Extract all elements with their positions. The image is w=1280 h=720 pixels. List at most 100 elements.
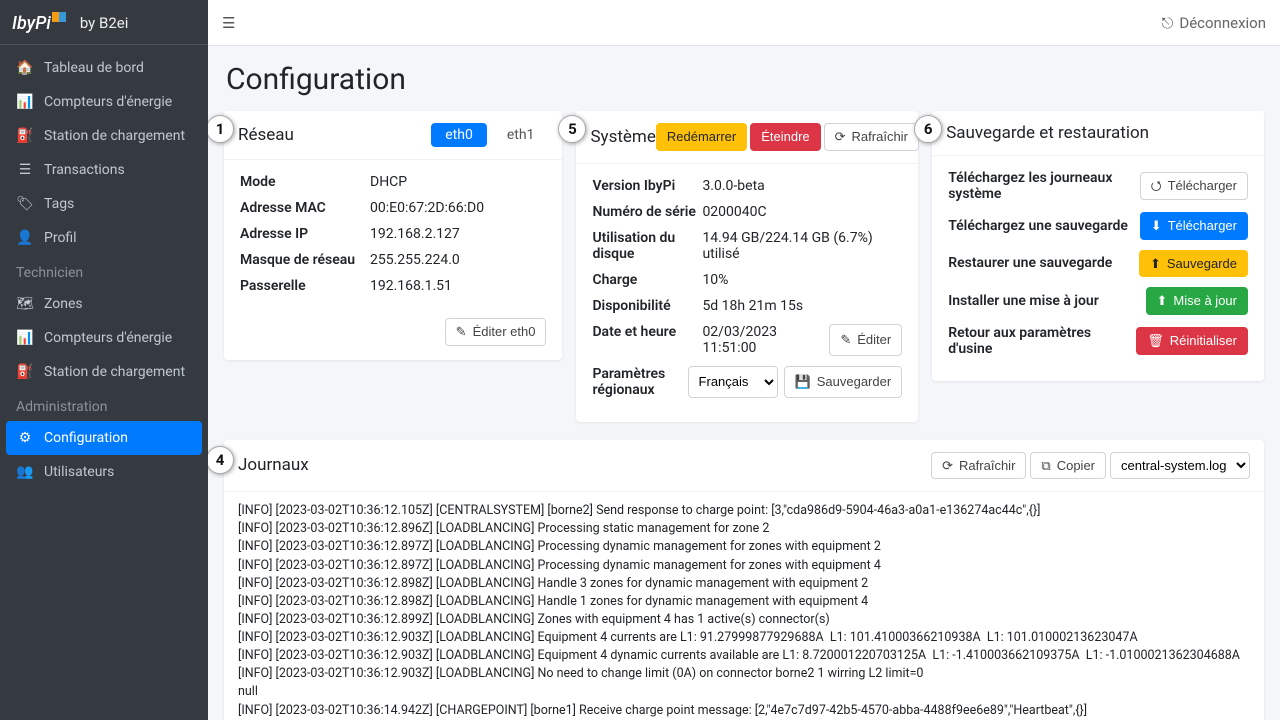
backup-card: 6 Sauvegarde et restauration Téléchargez…: [932, 111, 1264, 381]
sidebar-energy-meters[interactable]: 📊Compteurs d'énergie: [6, 85, 202, 119]
refresh-icon: ⟳: [942, 458, 953, 474]
net-mask-label: Masque de réseau: [240, 252, 370, 268]
net-gw-value: 192.168.1.51: [370, 278, 546, 294]
nav-label: Utilisateurs: [44, 464, 114, 480]
nav-header-tech: Technicien: [6, 255, 202, 287]
sidebar-tags[interactable]: 🏷 Tags: [6, 187, 202, 221]
action-icon: ⭯: [1151, 178, 1162, 194]
nav-icon: 🏷: [16, 196, 34, 212]
system-refresh-button[interactable]: ⟳ Rafraîchir: [824, 123, 919, 151]
sidebar-zones[interactable]: 🗺Zones: [6, 287, 202, 321]
btn-label: Télécharger: [1168, 178, 1237, 194]
save-locale-button[interactable]: 💾Sauvegarder: [784, 366, 903, 398]
restart-label: Redémarrer: [667, 129, 736, 145]
nav-label: Compteurs d'énergie: [44, 94, 172, 110]
sidebar-transactions[interactable]: ☰ Transactions: [6, 153, 202, 187]
sys-uptime-value: 5d 18h 21m 15s: [702, 298, 902, 314]
log-file-select[interactable]: central-system.log: [1110, 452, 1250, 479]
net-mode-value: DHCP: [370, 174, 546, 190]
nav-icon: ⚙: [16, 430, 34, 446]
logs-copy-label: Copier: [1057, 458, 1095, 474]
edit-eth0-label: Éditer eth0: [473, 324, 536, 340]
backup-row-label: Téléchargez une sauvegarde: [948, 218, 1128, 234]
btn-label: Télécharger: [1168, 218, 1237, 234]
topbar: ☰ ⎋ Déconnexion: [208, 0, 1280, 46]
locale-select[interactable]: FrançaisEnglish: [688, 366, 778, 398]
nav-label: Transactions: [44, 162, 125, 178]
nav-label: Compteurs d'énergie: [44, 330, 172, 346]
logs-copy-button[interactable]: ⧉ Copier: [1030, 452, 1106, 480]
nav-icon: 🗺: [16, 296, 34, 312]
backup-row-label: Retour aux paramètres d'usine: [948, 325, 1136, 357]
logout-label: Déconnexion: [1179, 14, 1266, 32]
nav-label: Configuration: [44, 430, 128, 446]
nav-label: Station de chargement: [44, 364, 185, 380]
sys-version-label: Version IbyPi: [592, 178, 702, 194]
sidebar-users[interactable]: 👥Utilisateurs: [6, 455, 202, 489]
sys-locale-label: Paramètres régionaux: [592, 366, 687, 398]
restore-backup-button[interactable]: ⬆Sauvegarde: [1139, 250, 1248, 278]
system-card: 5 Système Redémarrer Éteindre ⟳Rafraîchi…: [576, 111, 918, 422]
logout-button[interactable]: ⎋ Déconnexion: [1161, 14, 1266, 32]
brand: IbyPi by B2ei: [0, 0, 208, 45]
download-logs-button[interactable]: ⭯ Télécharger: [1140, 172, 1248, 200]
edit-eth0-button[interactable]: ✎ Éditer eth0: [445, 318, 547, 346]
factory-reset-button[interactable]: 🗑Réinitialiser: [1136, 327, 1248, 355]
net-mask-value: 255.255.224.0: [370, 252, 546, 268]
sidebar-configuration[interactable]: ⚙ Configuration: [6, 421, 202, 455]
copy-icon: ⧉: [1041, 458, 1050, 474]
sys-datetime-label: Date et heure: [592, 324, 702, 356]
sys-datetime-value: 02/03/2023 11:51:00: [702, 324, 829, 356]
net-mac-value: 00:E0:67:2D:66:D0: [370, 200, 546, 216]
download-backup-button[interactable]: ⬇ Télécharger: [1140, 212, 1248, 240]
edit-icon: ✎: [840, 332, 851, 348]
sidebar-dashboard[interactable]: 🏠 Tableau de bord: [6, 51, 202, 85]
sys-version-value: 3.0.0-beta: [702, 178, 902, 194]
nav-icon: 🏠: [16, 60, 34, 76]
logs-body: [INFO] [2023-03-02T10:36:12.105Z] [CENTR…: [224, 492, 1264, 720]
action-icon: ⬇: [1151, 218, 1162, 234]
edit-icon: ✎: [456, 324, 467, 340]
brand-accent-icon: [52, 12, 66, 22]
tab-eth1[interactable]: eth1: [493, 123, 549, 147]
page-title: Configuration: [226, 62, 1264, 97]
nav-icon: 📊: [16, 330, 34, 346]
backup-row-label: Téléchargez les journeaux système: [948, 170, 1139, 202]
backup-row-label: Restaurer une sauvegarde: [948, 255, 1112, 271]
marker-6: 6: [914, 115, 942, 143]
logout-icon: ⎋: [1161, 14, 1173, 32]
edit-datetime-label: Éditer: [857, 332, 891, 348]
sys-disk-label: Utilisation du disque: [592, 230, 702, 262]
nav-icon: ⛽: [16, 364, 34, 380]
logs-title: Journaux: [238, 455, 309, 475]
sidebar-tech-charging-station[interactable]: ⛽ Station de chargement: [6, 355, 202, 389]
restart-button[interactable]: Redémarrer: [656, 123, 747, 151]
tab-eth0[interactable]: eth0: [431, 123, 487, 147]
logs-refresh-button[interactable]: ⟳Rafraîchir: [931, 452, 1026, 480]
nav-label: Tableau de bord: [44, 60, 144, 76]
net-ip-label: Adresse IP: [240, 226, 370, 242]
logs-card: 4 Journaux ⟳Rafraîchir ⧉Copier central-s…: [224, 440, 1264, 720]
install-update-button[interactable]: ⬆Mise à jour: [1146, 287, 1248, 315]
sys-load-label: Charge: [592, 272, 702, 288]
network-title: Réseau: [238, 125, 294, 145]
edit-datetime-button[interactable]: ✎ Éditer: [829, 324, 902, 356]
nav-header-admin: Administration: [6, 389, 202, 421]
refresh-icon: ⟳: [835, 129, 846, 145]
nav-label: Station de chargement: [44, 128, 185, 144]
backup-row-label: Installer une mise à jour: [948, 293, 1099, 309]
system-refresh-label: Rafraîchir: [852, 129, 908, 145]
backup-title: Sauvegarde et restauration: [946, 123, 1149, 143]
nav-icon: ☰: [16, 162, 34, 178]
hamburger-icon[interactable]: ☰: [222, 14, 235, 32]
shutdown-button[interactable]: Éteindre: [750, 123, 820, 151]
sys-serial-label: Numéro de série: [592, 204, 702, 220]
sidebar-charging-station[interactable]: ⛽Station de chargement: [6, 119, 202, 153]
sidebar-tech-energy-meters[interactable]: 📊 Compteurs d'énergie: [6, 321, 202, 355]
nav-label: Tags: [44, 196, 74, 212]
net-gw-label: Passerelle: [240, 278, 370, 294]
net-ip-value: 192.168.2.127: [370, 226, 546, 242]
sys-load-value: 10%: [702, 272, 902, 288]
btn-label: Sauvegarde: [1167, 256, 1237, 272]
sidebar-profile[interactable]: 👤Profil: [6, 221, 202, 255]
